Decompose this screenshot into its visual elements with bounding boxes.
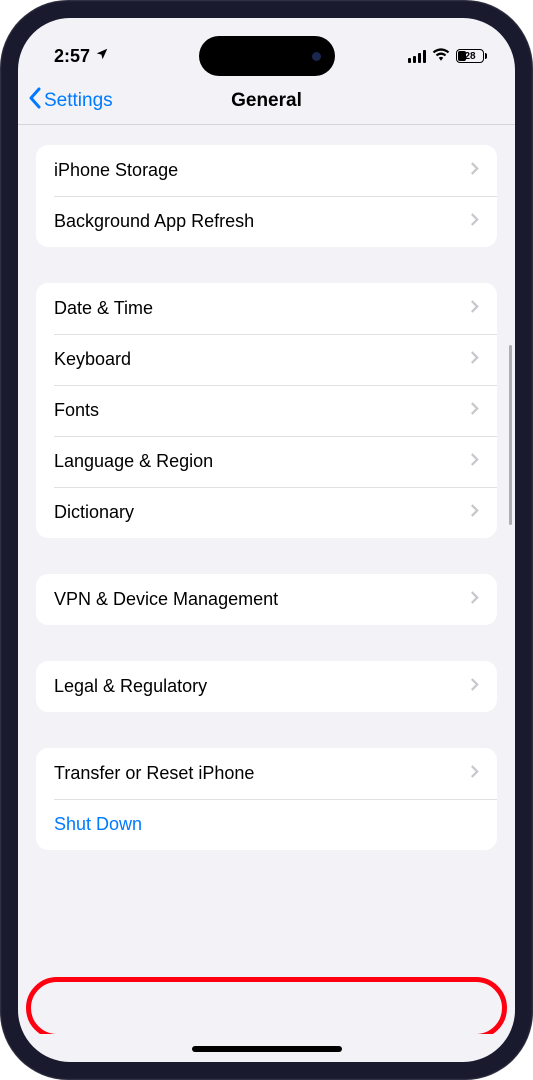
- back-button[interactable]: Settings: [28, 87, 113, 115]
- nav-header: Settings General: [18, 80, 515, 125]
- row-fonts[interactable]: Fonts: [36, 385, 497, 436]
- row-label: iPhone Storage: [54, 160, 178, 181]
- chevron-left-icon: [28, 87, 42, 115]
- chevron-right-icon: [470, 299, 479, 319]
- row-label: Shut Down: [54, 814, 142, 835]
- settings-group: Date & Time Keyboard Fonts Language & Re…: [36, 283, 497, 538]
- battery-icon: 28: [456, 49, 487, 63]
- row-legal-regulatory[interactable]: Legal & Regulatory: [36, 661, 497, 712]
- settings-group: VPN & Device Management: [36, 574, 497, 625]
- row-label: Background App Refresh: [54, 211, 254, 232]
- home-indicator[interactable]: [192, 1046, 342, 1052]
- row-transfer-reset-iphone[interactable]: Transfer or Reset iPhone: [36, 748, 497, 799]
- row-label: Dictionary: [54, 502, 134, 523]
- camera-dot: [312, 52, 321, 61]
- row-label: Fonts: [54, 400, 99, 421]
- settings-group: iPhone Storage Background App Refresh: [36, 145, 497, 247]
- chevron-right-icon: [470, 212, 479, 232]
- row-shut-down[interactable]: Shut Down: [36, 799, 497, 850]
- dynamic-island: [199, 36, 335, 76]
- location-icon: [95, 47, 109, 65]
- row-dictionary[interactable]: Dictionary: [36, 487, 497, 538]
- page-title: General: [231, 90, 302, 112]
- status-time: 2:57: [54, 46, 90, 67]
- row-vpn-device-management[interactable]: VPN & Device Management: [36, 574, 497, 625]
- row-date-time[interactable]: Date & Time: [36, 283, 497, 334]
- chevron-right-icon: [470, 452, 479, 472]
- chevron-right-icon: [470, 350, 479, 370]
- row-background-app-refresh[interactable]: Background App Refresh: [36, 196, 497, 247]
- chevron-right-icon: [470, 161, 479, 181]
- highlight-annotation: [26, 977, 507, 1034]
- chevron-right-icon: [470, 590, 479, 610]
- settings-group: Transfer or Reset iPhone Shut Down: [36, 748, 497, 850]
- row-label: Keyboard: [54, 349, 131, 370]
- chevron-right-icon: [470, 677, 479, 697]
- battery-percent: 28: [464, 51, 475, 62]
- wifi-icon: [432, 47, 450, 66]
- row-language-region[interactable]: Language & Region: [36, 436, 497, 487]
- settings-group: Legal & Regulatory: [36, 661, 497, 712]
- content-area: iPhone Storage Background App Refresh Da…: [18, 125, 515, 1034]
- cellular-icon: [408, 50, 427, 63]
- row-keyboard[interactable]: Keyboard: [36, 334, 497, 385]
- row-label: VPN & Device Management: [54, 589, 278, 610]
- chevron-right-icon: [470, 503, 479, 523]
- screen: 2:57 28: [18, 18, 515, 1062]
- status-left: 2:57: [54, 46, 109, 67]
- chevron-right-icon: [470, 764, 479, 784]
- row-label: Transfer or Reset iPhone: [54, 763, 254, 784]
- scroll-indicator[interactable]: [509, 345, 512, 525]
- back-label: Settings: [44, 90, 113, 112]
- row-label: Language & Region: [54, 451, 213, 472]
- row-label: Date & Time: [54, 298, 153, 319]
- row-iphone-storage[interactable]: iPhone Storage: [36, 145, 497, 196]
- row-label: Legal & Regulatory: [54, 676, 207, 697]
- status-right: 28: [408, 47, 488, 66]
- chevron-right-icon: [470, 401, 479, 421]
- phone-frame: 2:57 28: [0, 0, 533, 1080]
